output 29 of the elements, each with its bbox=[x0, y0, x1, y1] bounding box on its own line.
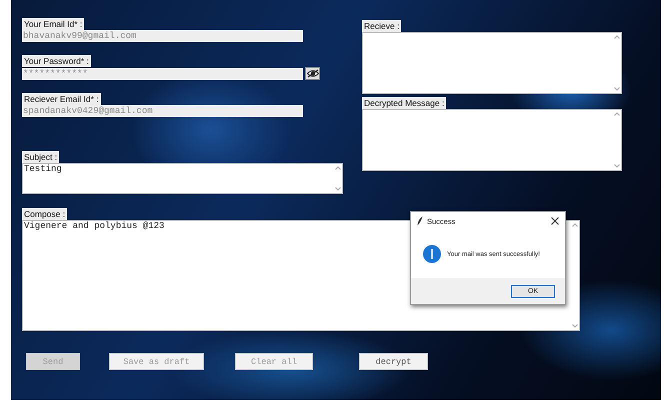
field-label: Subject : bbox=[22, 151, 60, 163]
action-button[interactable]: Save as draft bbox=[109, 353, 204, 370]
field-label: Recieve : bbox=[362, 20, 402, 32]
scroll-down-icon[interactable] bbox=[335, 187, 341, 191]
action-button[interactable]: decrypt bbox=[359, 353, 428, 370]
text-area[interactable]: Testing bbox=[22, 163, 343, 194]
eye-icon[interactable] bbox=[305, 67, 320, 80]
text-area[interactable] bbox=[362, 109, 622, 171]
field-label: Reciever Email Id* : bbox=[22, 93, 101, 105]
scroll-down-icon[interactable] bbox=[614, 87, 620, 91]
action-button[interactable]: Clear all bbox=[235, 353, 313, 370]
info-icon bbox=[423, 245, 441, 263]
scroll-up-icon[interactable] bbox=[614, 112, 620, 116]
feather-icon bbox=[417, 216, 423, 226]
text-area[interactable] bbox=[362, 32, 622, 94]
field-label: Your Email Id* : bbox=[22, 18, 84, 30]
input-field[interactable]: spandanakv0429@gmail.com bbox=[22, 105, 303, 117]
close-icon[interactable] bbox=[551, 217, 559, 225]
scroll-down-icon[interactable] bbox=[614, 164, 620, 168]
scroll-up-icon[interactable] bbox=[335, 166, 341, 170]
input-field[interactable]: ************ bbox=[22, 68, 303, 80]
field-label: Decrypted Message : bbox=[362, 97, 446, 109]
field-label: Your Password* : bbox=[22, 55, 91, 67]
scroll-up-icon[interactable] bbox=[614, 35, 620, 39]
scroll-down-icon[interactable] bbox=[572, 324, 578, 328]
field-label: Compose : bbox=[22, 208, 68, 220]
input-field[interactable]: bhavanakv99@gmail.com bbox=[22, 30, 303, 42]
action-button[interactable]: Send bbox=[26, 353, 80, 370]
scroll-up-icon[interactable] bbox=[572, 223, 578, 227]
